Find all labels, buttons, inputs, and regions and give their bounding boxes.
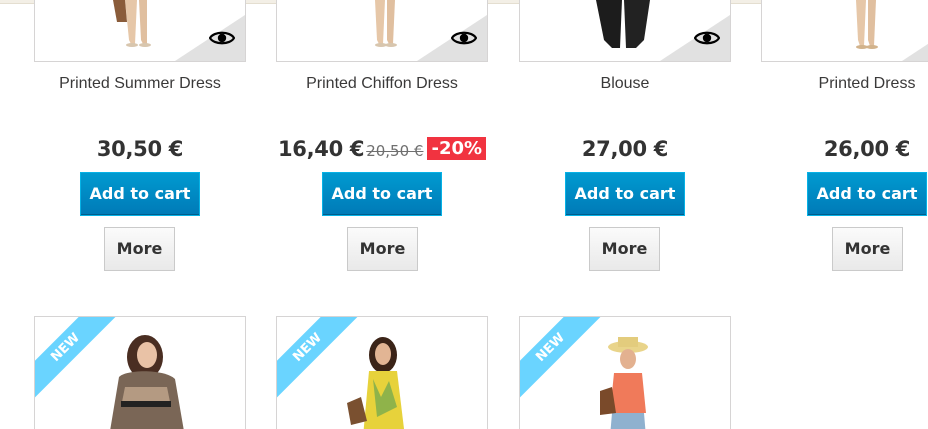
more-button[interactable]: More [832,227,903,271]
product-name[interactable]: Blouse [519,75,731,93]
add-to-cart-button[interactable]: Add to cart [807,172,927,216]
price-row: 27,00 € [519,137,731,161]
more-button[interactable]: More [589,227,660,271]
new-ribbon: NEW [277,317,363,403]
product-price: 26,00 € [823,137,911,161]
product-card-new[interactable]: NEW [276,316,488,429]
product-card: Printed Chiffon Dress 16,40 €20,50 € -20%… [276,0,488,271]
eye-icon[interactable] [451,29,477,47]
new-ribbon: NEW [35,317,121,403]
product-card: Printed Dress 26,00 € Add to cart More [761,0,928,271]
price-row: 30,50 € [34,137,246,161]
product-image[interactable] [276,0,488,62]
price-row: 26,00 € [761,137,928,161]
more-button[interactable]: More [104,227,175,271]
product-card-new[interactable]: NEW [519,316,731,429]
new-badge: NEW [520,317,606,403]
product-card-new[interactable]: NEW [34,316,246,429]
quick-view-corner[interactable] [902,15,928,61]
new-ribbon: NEW [520,317,606,403]
product-name[interactable]: Printed Summer Dress [34,75,246,93]
product-price: 27,00 € [581,137,669,161]
product-name[interactable]: Printed Chiffon Dress [276,75,488,93]
new-badge: NEW [35,317,121,403]
add-to-cart-button[interactable]: Add to cart [80,172,200,216]
old-price: 20,50 € [366,142,424,160]
product-price: 16,40 € [277,137,365,161]
add-to-cart-button[interactable]: Add to cart [322,172,442,216]
product-image[interactable] [519,0,731,62]
price-row: 16,40 €20,50 € -20% [276,137,488,161]
discount-badge: -20% [427,137,487,160]
product-name[interactable]: Printed Dress [761,75,928,93]
product-price: 30,50 € [96,137,184,161]
product-card: Blouse 27,00 € Add to cart More [519,0,731,271]
eye-icon[interactable] [209,29,235,47]
eye-icon[interactable] [694,29,720,47]
product-image[interactable] [761,0,928,62]
add-to-cart-button[interactable]: Add to cart [565,172,685,216]
product-image[interactable] [34,0,246,62]
new-badge: NEW [277,317,363,403]
product-card: Printed Summer Dress 30,50 € Add to cart… [34,0,246,271]
more-button[interactable]: More [347,227,418,271]
